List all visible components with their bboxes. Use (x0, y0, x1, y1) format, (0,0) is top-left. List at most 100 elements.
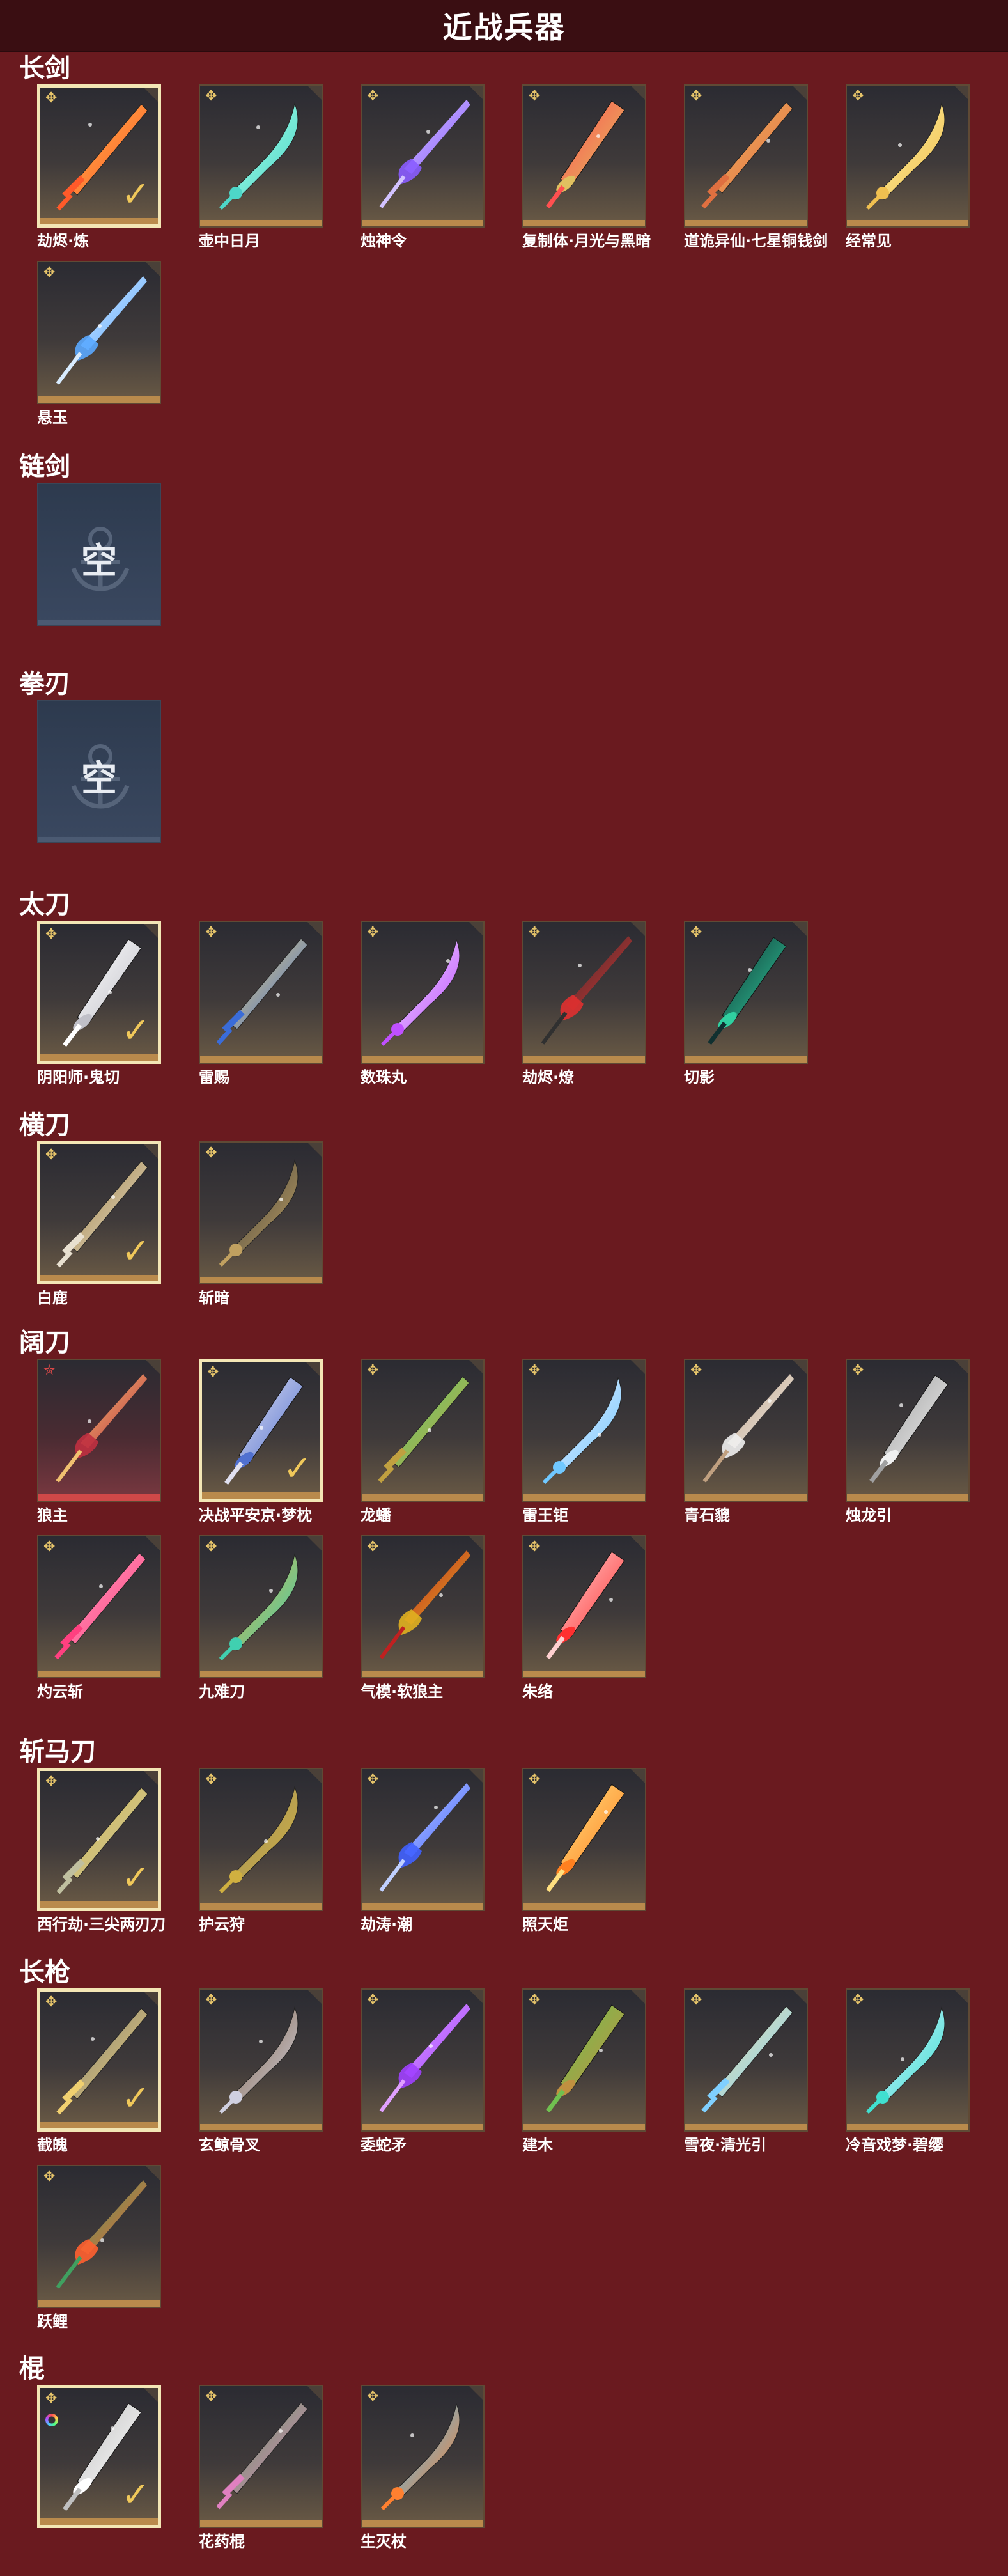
weapon-name: 白鹿 (37, 1289, 68, 1307)
weapon-card[interactable]: ✥ 龙蟠 (361, 1359, 485, 1525)
weapon-grid: ✮ 狼主 ✥ ✓ 决战平安京·梦枕 ✥ 龙蟠 ✥ 雷王钜 ✥ 青石貔 ✥ 烛龙引 ✥ 灼云斩 ✥… (37, 1359, 1008, 1701)
weapon-card[interactable]: ✥ 照天炬 (522, 1768, 646, 1934)
weapon-card[interactable]: ✥ 护云狩 (199, 1768, 323, 1934)
weapon-card[interactable]: ✥ 雷王钜 (522, 1359, 646, 1525)
rarity-star-icon: ✥ (852, 1362, 864, 1378)
weapon-card[interactable]: ✥ 跃鲤 (37, 2165, 161, 2331)
katana-green-icon (708, 937, 787, 1045)
weapon-card[interactable]: ✥ 灼云斩 (37, 1535, 161, 1701)
weapon-category-section: 阔刀 ✮ 狼主 ✥ ✓ 决战平安京·梦枕 ✥ 龙蟠 ✥ 雷王钜 ✥ 青石貔 ✥ 烛龙引 ✥ 灼云… (0, 1327, 1008, 1701)
weapon-tile: ✥ (199, 1535, 323, 1678)
rarity-star-icon: ✥ (205, 1145, 217, 1161)
weapon-card[interactable]: ✥ ✓ 西行劫·三尖两刃刀 (37, 1768, 166, 1934)
weapon-name: 阴阳师·鬼切 (37, 1068, 120, 1086)
weapon-card[interactable]: ✥ 生灭杖 (361, 2385, 485, 2551)
weapon-card[interactable]: ✥ 经常见 (846, 84, 970, 251)
rarity-star-icon: ✥ (45, 2391, 58, 2407)
weapon-card[interactable]: ✥ 劫烬·燎 (522, 921, 646, 1087)
weapon-category-section: 链剑 空 (0, 451, 1008, 626)
weapon-card[interactable]: ✮ 狼主 (37, 1359, 161, 1525)
weapon-tile: ✥ (522, 921, 646, 1064)
equipped-check-icon: ✓ (121, 2078, 150, 2118)
weapon-tile: ✥ ✓ (37, 2385, 161, 2528)
rainbow-ring-icon (45, 2414, 58, 2426)
weapon-tile: ✥ ✓ (37, 921, 161, 1064)
weapon-card[interactable]: ✥ 气模·软狼主 (361, 1535, 485, 1701)
rarity-star-icon: ✥ (43, 1539, 56, 1555)
weapon-card[interactable]: ✥ ✓ 截魄 (37, 1988, 161, 2155)
weapon-card[interactable]: ✥ 雪夜·清光引 (684, 1988, 808, 2155)
weapon-card[interactable]: ✥ 朱络 (522, 1535, 646, 1701)
weapon-tile: ✥ (684, 1359, 808, 1502)
weapon-card[interactable]: ✥ ✓ (37, 2385, 161, 2551)
rarity-star-icon: ✥ (690, 88, 702, 104)
weapon-grid: ✥ ✓ ✥ 花药棍 ✥ 生灭杖 (37, 2385, 1008, 2551)
weapon-card[interactable]: ✥ ✓ 白鹿 (37, 1141, 161, 1308)
rarity-star-icon: ✥ (367, 1992, 379, 2008)
weapon-name: 冷音戏梦·碧缨 (846, 2136, 944, 2154)
weapon-name: 照天炬 (522, 1916, 568, 1933)
weapon-card[interactable]: ✥ 切影 (684, 921, 808, 1087)
rarity-star-icon: ✥ (852, 88, 864, 104)
weapon-grid: ✥ ✓ 阴阳师·鬼切 ✥ 雷赐 ✥ 数珠丸 ✥ 劫烬·燎 ✥ 切影 (37, 921, 1008, 1087)
weapon-card[interactable]: ✥ 斩暗 (199, 1141, 323, 1308)
weapon-name: 灼云斩 (37, 1683, 83, 1701)
weapon-card[interactable]: ✥ 青石貔 (684, 1359, 808, 1525)
katana-red-icon (541, 936, 632, 1045)
spear-purple-icon (379, 2004, 470, 2112)
weapon-tile: ✥ (361, 84, 485, 228)
weapon-card[interactable]: ✥ ✓ 劫烬·炼 (37, 84, 161, 251)
spear-jade-icon (865, 2006, 945, 2114)
rarity-star-icon: ✥ (43, 265, 56, 281)
weapon-card[interactable]: ✥ 劫涛·潮 (361, 1768, 485, 1934)
weapon-card[interactable]: ✥ 烛龙引 (846, 1359, 970, 1525)
weapon-name: 悬玉 (37, 409, 68, 426)
weapon-card[interactable]: ✥ 玄鲸骨叉 (199, 1988, 323, 2155)
weapon-card[interactable]: ✥ 委蛇矛 (361, 1988, 485, 2155)
category-title: 棍 (19, 2354, 45, 2384)
weapon-name: 雷王钜 (522, 1506, 568, 1524)
weapon-card[interactable]: ✥ ✓ 阴阳师·鬼切 (37, 921, 161, 1087)
category-title: 太刀 (19, 890, 70, 919)
weapon-card[interactable]: ✥ ✓ 决战平安京·梦枕 (199, 1359, 323, 1525)
broadblade-white-icon (702, 1374, 794, 1483)
rarity-star-icon: ✥ (205, 1772, 217, 1788)
weapon-tile: ✥ (522, 1359, 646, 1502)
saber-dark-icon (219, 1159, 299, 1267)
weapon-card[interactable]: ✥ 雷赐 (199, 921, 323, 1087)
rarity-star-icon: ✥ (529, 1362, 541, 1378)
rarity-star-icon: ✥ (690, 925, 702, 941)
weapon-card[interactable]: ✥ 花药棍 (199, 2385, 323, 2551)
katana-blue-icon (216, 938, 308, 1045)
rarity-star-icon: ✥ (45, 90, 58, 106)
weapon-card[interactable]: ✥ 建木 (522, 1988, 646, 2155)
weapon-category-section: 横刀 ✥ ✓ 白鹿 ✥ 斩暗 (0, 1109, 1008, 1308)
weapon-card[interactable]: ✥ 道诡异仙·七星铜钱剑 (684, 84, 828, 251)
weapon-tile: ✥ (684, 921, 808, 1064)
weapon-card[interactable]: ✥ 烛神令 (361, 84, 485, 251)
equipped-check-icon: ✓ (121, 1010, 150, 1050)
weapon-card[interactable]: ✥ 数珠丸 (361, 921, 485, 1087)
weapon-card[interactable]: ✥ 壶中日月 (199, 84, 323, 251)
weapon-tile: ✥ ✓ (37, 1988, 161, 2132)
weapon-card[interactable]: ✥ 九难刀 (199, 1535, 323, 1701)
weapon-name: 复制体·月光与黑暗 (522, 232, 651, 250)
empty-slot[interactable]: 空 (37, 700, 161, 843)
rarity-star-icon: ✥ (205, 2389, 217, 2405)
weapon-tile: ✥ (361, 921, 485, 1064)
weapon-card[interactable]: ✥ 悬玉 (37, 261, 161, 427)
weapon-name: 西行劫·三尖两刃刀 (37, 1916, 166, 1933)
rarity-star-icon: ✥ (529, 925, 541, 941)
empty-slot[interactable]: 空 (37, 483, 161, 626)
weapon-name: 道诡异仙·七星铜钱剑 (684, 232, 828, 250)
staff-fire-icon (380, 2403, 460, 2511)
weapon-card[interactable]: ✥ 复制体·月光与黑暗 (522, 84, 651, 251)
weapon-card[interactable]: ✥ 冷音戏梦·碧缨 (846, 1988, 970, 2155)
equipped-check-icon: ✓ (121, 174, 150, 214)
weapon-tile: ✥ ✓ (199, 1359, 323, 1502)
sword-teal-icon (219, 102, 299, 210)
rarity-star-icon: ✥ (529, 88, 541, 104)
equipped-check-icon: ✓ (121, 1231, 150, 1271)
spear-ice-icon (701, 2006, 793, 2113)
weapon-tile: ✥ ✓ (37, 1141, 161, 1284)
